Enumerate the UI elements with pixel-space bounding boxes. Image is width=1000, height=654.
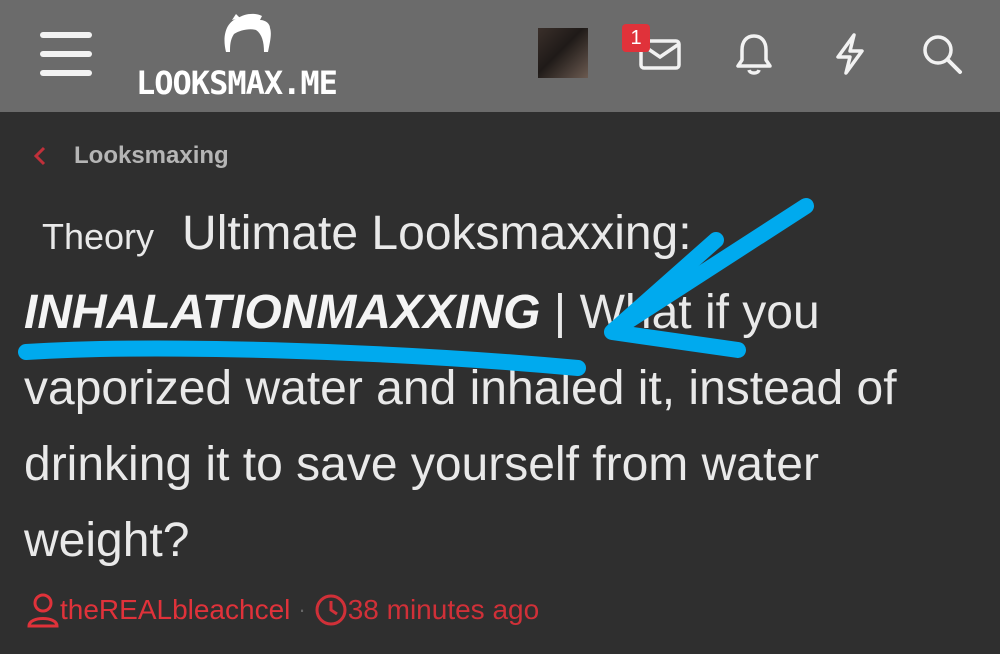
top-bar: LOOKSMAX.ME 1 (0, 0, 1000, 112)
avatar[interactable] (538, 28, 588, 78)
breadcrumb-label[interactable]: Looksmaxing (74, 142, 229, 170)
thread-header: Looksmaxing Theory Ultimate Looksmaxxing:… (0, 112, 1000, 654)
chevron-left-icon (33, 146, 46, 166)
meta-separator: · (298, 597, 306, 622)
menu-icon[interactable] (40, 32, 92, 76)
title-part-1: Ultimate Looksmaxxing: (182, 207, 692, 260)
whats-new-button[interactable] (826, 28, 874, 80)
hair-logo-icon (224, 13, 271, 52)
search-icon (923, 35, 962, 74)
thread-meta: theREALbleachcel · 38 minutes ago (26, 592, 539, 628)
breadcrumb[interactable]: Looksmaxing (32, 140, 229, 172)
thread-title: Theory Ultimate Looksmaxxing: INHALATIONM… (24, 196, 984, 579)
logo-text: LOOKSMAX.ME (136, 64, 338, 102)
site-logo[interactable]: LOOKSMAX.ME (136, 12, 366, 102)
bell-icon (736, 34, 772, 75)
search-button[interactable] (918, 28, 966, 80)
author-link[interactable]: theREALbleachcel (60, 594, 290, 626)
thread-prefix[interactable]: Theory (42, 216, 154, 257)
clock-icon (315, 594, 347, 626)
user-icon (27, 593, 59, 628)
inbox-badge: 1 (622, 24, 650, 52)
lightning-icon (836, 33, 864, 75)
post-time[interactable]: 38 minutes ago (348, 594, 539, 626)
alerts-button[interactable] (730, 28, 778, 80)
title-bold-word: INHALATIONMAXXING (24, 286, 541, 339)
